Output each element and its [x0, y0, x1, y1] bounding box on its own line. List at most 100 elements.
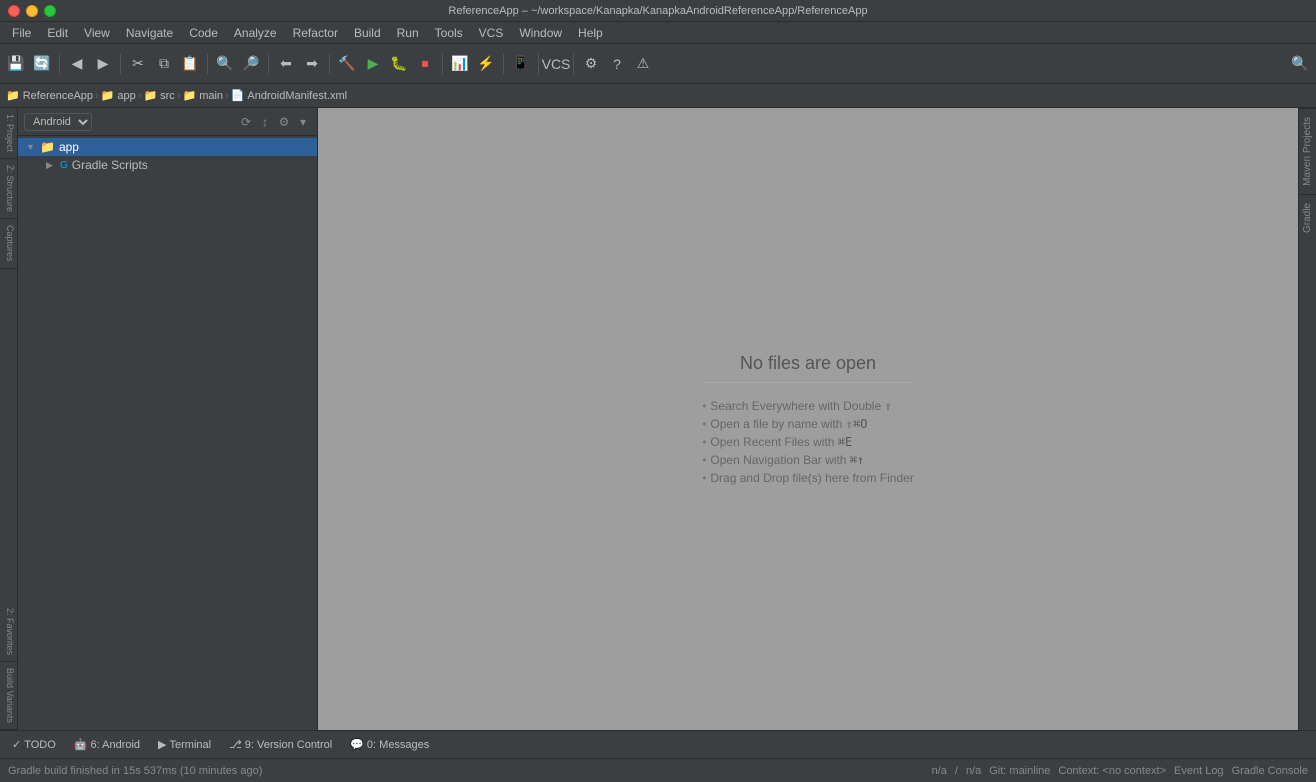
sync-btn[interactable]: 🔄	[30, 52, 54, 76]
run-btn[interactable]: ▶	[361, 52, 385, 76]
menu-item-run[interactable]: Run	[389, 24, 427, 42]
menu-item-edit[interactable]: Edit	[39, 24, 76, 42]
messages-icon: 💬	[350, 738, 364, 751]
menu-item-help[interactable]: Help	[570, 24, 611, 42]
gradle-build-status: Gradle build finished in 15s 537ms (10 m…	[8, 765, 262, 777]
bottom-tab-version-control[interactable]: ⎇ 9: Version Control	[221, 736, 340, 753]
copy-btn[interactable]: ⧉	[152, 52, 176, 76]
back-btn[interactable]: ⬅	[274, 52, 298, 76]
no-files-panel: No files are open • Search Everywhere wi…	[702, 353, 914, 485]
status-bar-left: Gradle build finished in 15s 537ms (10 m…	[8, 765, 262, 777]
hint-drag-drop: • Drag and Drop file(s) here from Finder	[702, 471, 914, 485]
menu-item-file[interactable]: File	[4, 24, 39, 42]
forward-btn[interactable]: ➡	[300, 52, 324, 76]
hint-open-file: • Open a file by name with ⇧⌘O	[702, 417, 867, 431]
menu-item-window[interactable]: Window	[511, 24, 570, 42]
maximize-button[interactable]	[44, 5, 56, 17]
terminal-icon: ▶	[158, 738, 166, 751]
tree-item-app[interactable]: ▼ 📁 app	[18, 138, 317, 156]
help-btn[interactable]: ?	[605, 52, 629, 76]
bottom-tab-android-label: 6: Android	[91, 739, 141, 751]
title-bar: ReferenceApp – ~/workspace/Kanapka/Kanap…	[0, 0, 1316, 22]
menu-item-refactor[interactable]: Refactor	[285, 24, 346, 42]
close-button[interactable]	[8, 5, 20, 17]
sync-project-btn[interactable]: ⟳	[238, 114, 254, 130]
search-everywhere-btn[interactable]: 🔍	[1288, 52, 1312, 76]
menu-item-tools[interactable]: Tools	[427, 24, 471, 42]
toolbar: 💾 🔄 ◀ ▶ ✂ ⧉ 📋 🔍 🔎 ⬅ ➡ 🔨 ▶ 🐛 ⏹ 📊 ⚡ 📱 VCS …	[0, 44, 1316, 84]
hint-nav-bar-text: Open Navigation Bar with ⌘↑	[710, 453, 864, 467]
sidebar-item-build-variants[interactable]: Build Variants	[0, 662, 17, 730]
profile-btn[interactable]: ⚡	[474, 52, 498, 76]
bottom-tab-messages[interactable]: 💬 0: Messages	[342, 736, 437, 753]
status-bar-right: n/a / n/a Git: mainline Context: <no con…	[932, 765, 1308, 777]
hint-search-text: Search Everywhere with Double ⇧	[710, 399, 891, 413]
redo-btn[interactable]: ▶	[91, 52, 115, 76]
hint-drag-drop-text: Drag and Drop file(s) here from Finder	[710, 471, 913, 485]
editor-area: No files are open • Search Everywhere wi…	[318, 108, 1298, 730]
right-tab-gradle[interactable]: Gradle	[1299, 194, 1316, 241]
menu-item-vcs[interactable]: VCS	[471, 24, 512, 42]
toolbar-sep-9	[573, 54, 574, 74]
panel-header: Android Project ⟳ ↕ ⚙ ▾	[18, 108, 317, 136]
breadcrumb-src[interactable]: 📁 src	[143, 89, 174, 102]
folder-icon-2: 📁	[143, 89, 157, 102]
status-na-2: n/a	[966, 765, 981, 777]
notifications-btn[interactable]: ⚠	[631, 52, 655, 76]
project-view-selector[interactable]: Android Project	[24, 113, 92, 131]
sidebar-item-favorites[interactable]: 2: Favorites	[0, 602, 17, 662]
find-btn[interactable]: 🔍	[213, 52, 237, 76]
vcs-icon: ⎇	[229, 738, 242, 751]
toolbar-sep-7	[503, 54, 504, 74]
bottom-tab-vcs-label: 9: Version Control	[245, 739, 332, 751]
save-btn[interactable]: 💾	[4, 52, 28, 76]
sidebar-item-captures[interactable]: Captures	[0, 219, 17, 269]
event-log-btn[interactable]: Event Log	[1174, 765, 1224, 777]
right-tab-maven[interactable]: Maven Projects	[1299, 108, 1316, 194]
replace-btn[interactable]: 🔎	[239, 52, 263, 76]
gradle-console-btn[interactable]: Gradle Console	[1232, 765, 1308, 777]
collapse-all-btn[interactable]: ↕	[257, 114, 273, 130]
breadcrumb-manifest-label: AndroidManifest.xml	[247, 90, 347, 102]
tree-item-gradle[interactable]: ▶ G Gradle Scripts	[18, 156, 317, 174]
project-icon: 📁	[6, 89, 20, 102]
tree-item-app-label: app	[59, 140, 79, 154]
breadcrumb-main[interactable]: 📁 main	[182, 89, 223, 102]
menu-item-build[interactable]: Build	[346, 24, 389, 42]
menu-item-view[interactable]: View	[76, 24, 118, 42]
stop-btn[interactable]: ⏹	[413, 52, 437, 76]
sidebar-item-structure[interactable]: Z: Structure	[0, 159, 17, 219]
cut-btn[interactable]: ✂	[126, 52, 150, 76]
todo-icon: ✓	[12, 738, 21, 751]
breadcrumb-bar: 📁 ReferenceApp › 📁 app › 📁 src › 📁 main …	[0, 84, 1316, 108]
build-btn[interactable]: 🔨	[335, 52, 359, 76]
breadcrumb-manifest[interactable]: 📄 AndroidManifest.xml	[231, 89, 347, 102]
vcs-btn[interactable]: VCS	[544, 52, 568, 76]
breadcrumb-app[interactable]: 📁 app	[101, 89, 136, 102]
settings-btn[interactable]: ⚙	[579, 52, 603, 76]
menu-bar: FileEditViewNavigateCodeAnalyzeRefactorB…	[0, 22, 1316, 44]
paste-btn[interactable]: 📋	[178, 52, 202, 76]
device-btn[interactable]: 📱	[509, 52, 533, 76]
undo-btn[interactable]: ◀	[65, 52, 89, 76]
minimize-button[interactable]	[26, 5, 38, 17]
coverage-btn[interactable]: 📊	[448, 52, 472, 76]
toolbar-sep-1	[59, 54, 60, 74]
breadcrumb-referenceapp[interactable]: 📁 ReferenceApp	[6, 89, 93, 102]
hint-recent-files-text: Open Recent Files with ⌘E	[710, 435, 852, 449]
bottom-tab-terminal[interactable]: ▶ Terminal	[150, 736, 219, 753]
bottom-tab-todo[interactable]: ✓ TODO	[4, 736, 64, 753]
bottom-tab-todo-label: TODO	[24, 739, 56, 751]
bottom-tab-android[interactable]: 🤖 6: Android	[66, 736, 148, 753]
sidebar-item-project[interactable]: 1: Project	[0, 108, 17, 159]
debug-btn[interactable]: 🐛	[387, 52, 411, 76]
settings-panel-btn[interactable]: ⚙	[276, 114, 292, 130]
menu-item-analyze[interactable]: Analyze	[226, 24, 285, 42]
breadcrumb-sep-2: ›	[138, 90, 142, 102]
hint-open-file-text: Open a file by name with ⇧⌘O	[710, 417, 867, 431]
menu-item-navigate[interactable]: Navigate	[118, 24, 181, 42]
panel-header-left: Android Project	[24, 113, 92, 131]
hide-panel-btn[interactable]: ▾	[295, 114, 311, 130]
git-branch[interactable]: Git: mainline	[989, 765, 1050, 777]
menu-item-code[interactable]: Code	[181, 24, 226, 42]
